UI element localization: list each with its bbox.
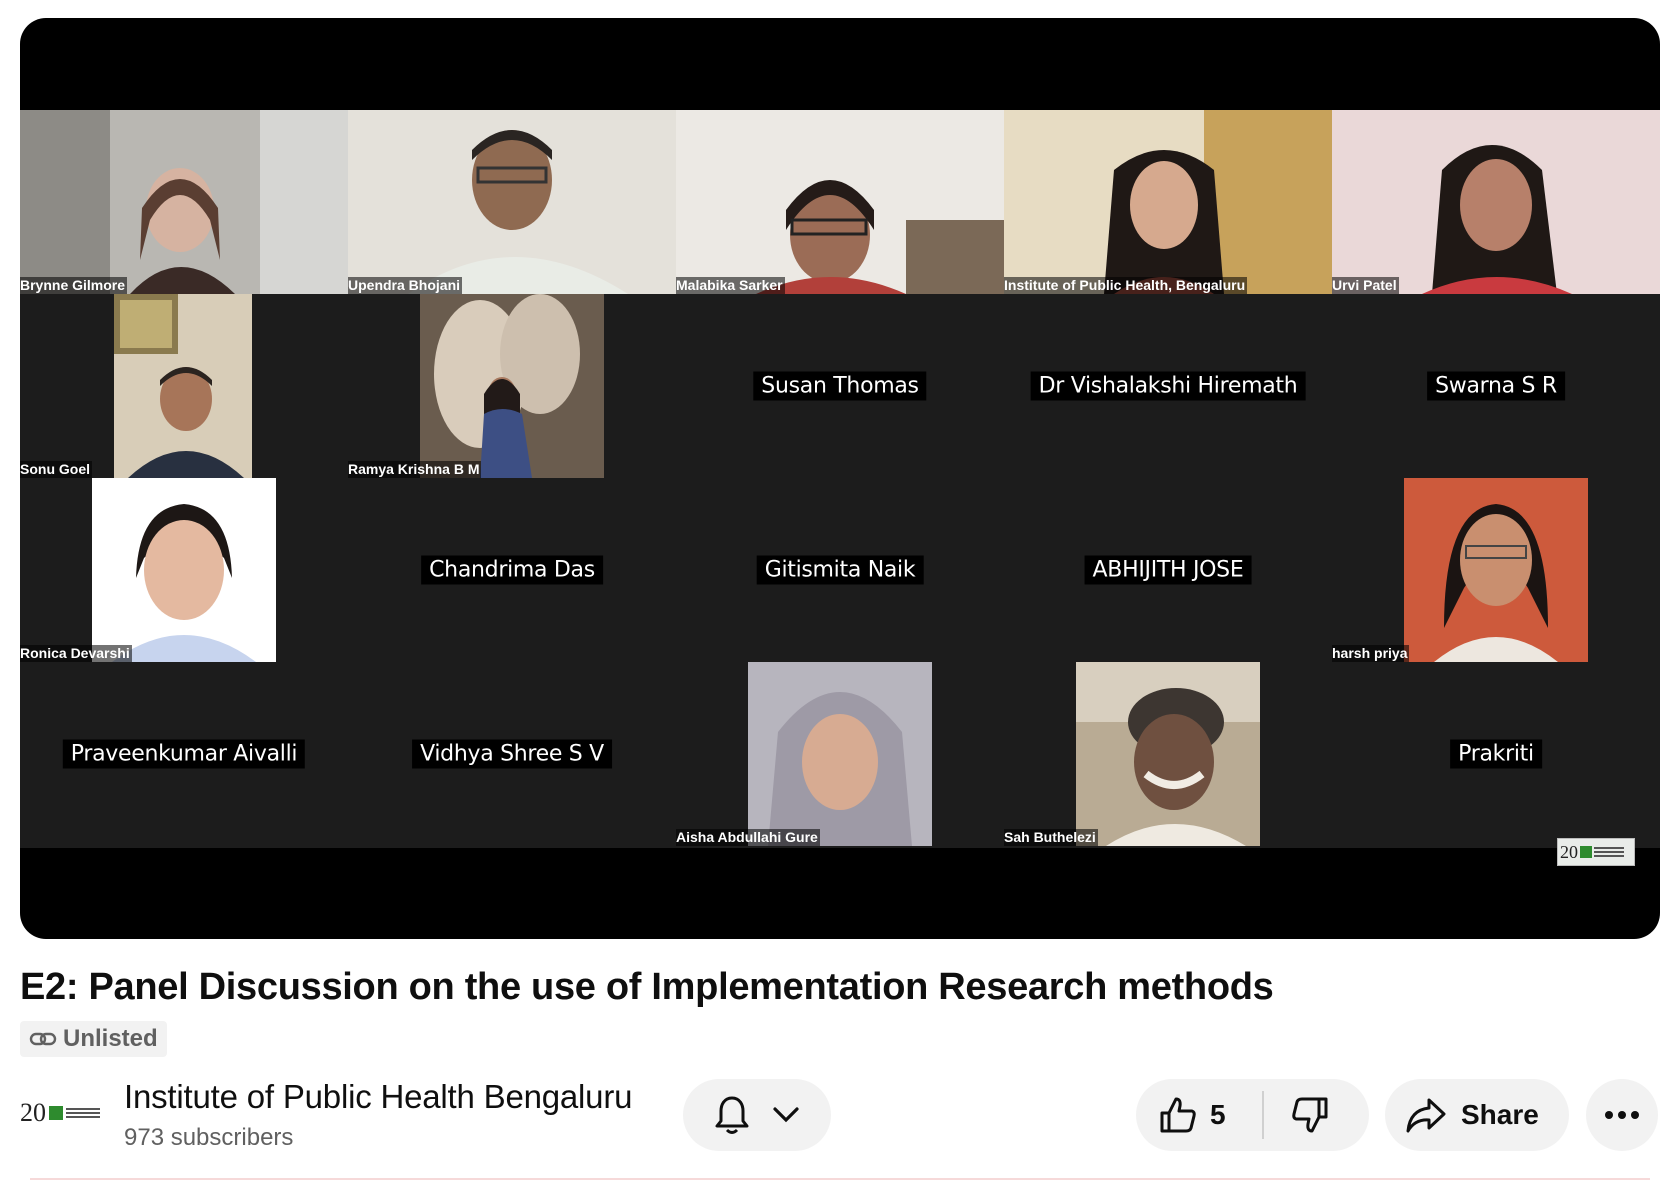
- participant-tile: Upendra Bhojani: [348, 110, 676, 294]
- watermark-text-lines: [1594, 847, 1624, 857]
- participant-name: Praveenkumar Aivalli: [62, 739, 306, 769]
- participant-name: Sah Buthelezi: [1004, 829, 1098, 846]
- video-player[interactable]: Brynne Gilmore Upendra Bhojani Malabika …: [20, 18, 1660, 939]
- participant-tile: Vidhya Shree S V: [348, 662, 676, 846]
- more-icon: [1604, 1110, 1640, 1120]
- participant-tile: Chandrima Das: [348, 478, 676, 662]
- subscriber-count: 973 subscribers: [124, 1124, 294, 1151]
- participant-name: Malabika Sarker: [676, 277, 785, 294]
- chevron-down-icon: [772, 1106, 800, 1124]
- participant-tile: Ronica Devarshi: [20, 478, 348, 662]
- participant-name: Aisha Abdullahi Gure: [676, 829, 820, 846]
- participant-video: [1004, 110, 1332, 294]
- participant-tile: Brynne Gilmore: [20, 110, 348, 294]
- more-actions-button[interactable]: [1586, 1079, 1658, 1151]
- participant-name: Chandrima Das: [421, 555, 603, 585]
- participant-tile: Aisha Abdullahi Gure: [676, 662, 1004, 846]
- like-count: 5: [1210, 1099, 1226, 1130]
- participant-tile: Prakriti: [1332, 662, 1660, 846]
- participant-tile: Malabika Sarker: [676, 110, 1004, 294]
- share-label: Share: [1461, 1099, 1539, 1130]
- participant-name: Sonu Goel: [20, 461, 92, 478]
- participant-video: [420, 294, 604, 478]
- participant-tile: Dr Vishalakshi Hiremath: [1004, 294, 1332, 478]
- thumbs-up-icon: [1158, 1095, 1198, 1135]
- participant-name: Institute of Public Health, Bengaluru: [1004, 277, 1248, 294]
- avatar-number: 20: [20, 1098, 46, 1127]
- participant-name: Dr Vishalakshi Hiremath: [1030, 371, 1306, 401]
- participant-video: [20, 110, 348, 294]
- participant-tile: Gitismita Naik: [676, 478, 1004, 662]
- participant-name: Urvi Patel: [1332, 277, 1399, 294]
- notifications-button[interactable]: [683, 1079, 831, 1151]
- participant-video: [676, 110, 1004, 294]
- channel-avatar[interactable]: 20: [20, 1083, 100, 1143]
- thumbs-down-icon: [1290, 1095, 1330, 1135]
- participant-video: [748, 662, 932, 846]
- participant-name: Swarna S R: [1427, 371, 1565, 401]
- dislike-button[interactable]: [1264, 1079, 1330, 1151]
- channel-watermark[interactable]: 20: [1557, 838, 1635, 866]
- participant-tile: Ramya Krishna B M: [348, 294, 676, 478]
- unlisted-badge: Unlisted: [20, 1021, 167, 1057]
- participant-video: [1076, 662, 1260, 846]
- participant-video: [1332, 110, 1660, 294]
- participant-name: ABHIJITH JOSE: [1084, 555, 1252, 585]
- participant-name: Prakriti: [1450, 739, 1542, 769]
- like-button[interactable]: 5: [1136, 1079, 1262, 1151]
- participant-tile: Susan Thomas: [676, 294, 1004, 478]
- watermark-logo-box: [1580, 846, 1592, 858]
- participant-name: Ramya Krishna B M: [348, 461, 482, 478]
- participant-tile: Institute of Public Health, Bengaluru: [1004, 110, 1332, 294]
- watermark-number: 20: [1560, 841, 1578, 862]
- participant-name: Brynne Gilmore: [20, 277, 128, 294]
- link-icon: [29, 1030, 57, 1048]
- video-title: E2: Panel Discussion on the use of Imple…: [20, 966, 1274, 1008]
- participant-tile: Praveenkumar Aivalli: [20, 662, 348, 846]
- participant-video: [114, 294, 252, 478]
- participant-name: harsh priya: [1332, 645, 1410, 662]
- participant-tile: ABHIJITH JOSE: [1004, 478, 1332, 662]
- participant-tile: Urvi Patel: [1332, 110, 1660, 294]
- avatar-text-lines: [66, 1108, 100, 1118]
- participant-name: Vidhya Shree S V: [412, 739, 612, 769]
- participant-name: Gitismita Naik: [756, 555, 924, 585]
- participant-name: Upendra Bhojani: [348, 277, 463, 294]
- participant-name: Susan Thomas: [753, 371, 927, 401]
- share-button[interactable]: Share: [1385, 1079, 1569, 1151]
- unlisted-label: Unlisted: [63, 1025, 158, 1052]
- share-icon: [1405, 1096, 1447, 1134]
- like-dislike-group: 5: [1136, 1079, 1369, 1151]
- avatar-logo-box: [49, 1106, 63, 1120]
- participant-name: Ronica Devarshi: [20, 645, 132, 662]
- participant-video: [348, 110, 676, 294]
- bell-icon: [714, 1094, 750, 1136]
- participant-tile: harsh priya: [1332, 478, 1660, 662]
- participant-tile: Sah Buthelezi: [1004, 662, 1332, 846]
- participant-tile: Swarna S R: [1332, 294, 1660, 478]
- participant-tile: Sonu Goel: [20, 294, 348, 478]
- meeting-gallery: Brynne Gilmore Upendra Bhojani Malabika …: [20, 110, 1660, 848]
- channel-name[interactable]: Institute of Public Health Bengaluru: [124, 1078, 632, 1116]
- participant-video: [1404, 478, 1588, 662]
- participant-video: [92, 478, 276, 662]
